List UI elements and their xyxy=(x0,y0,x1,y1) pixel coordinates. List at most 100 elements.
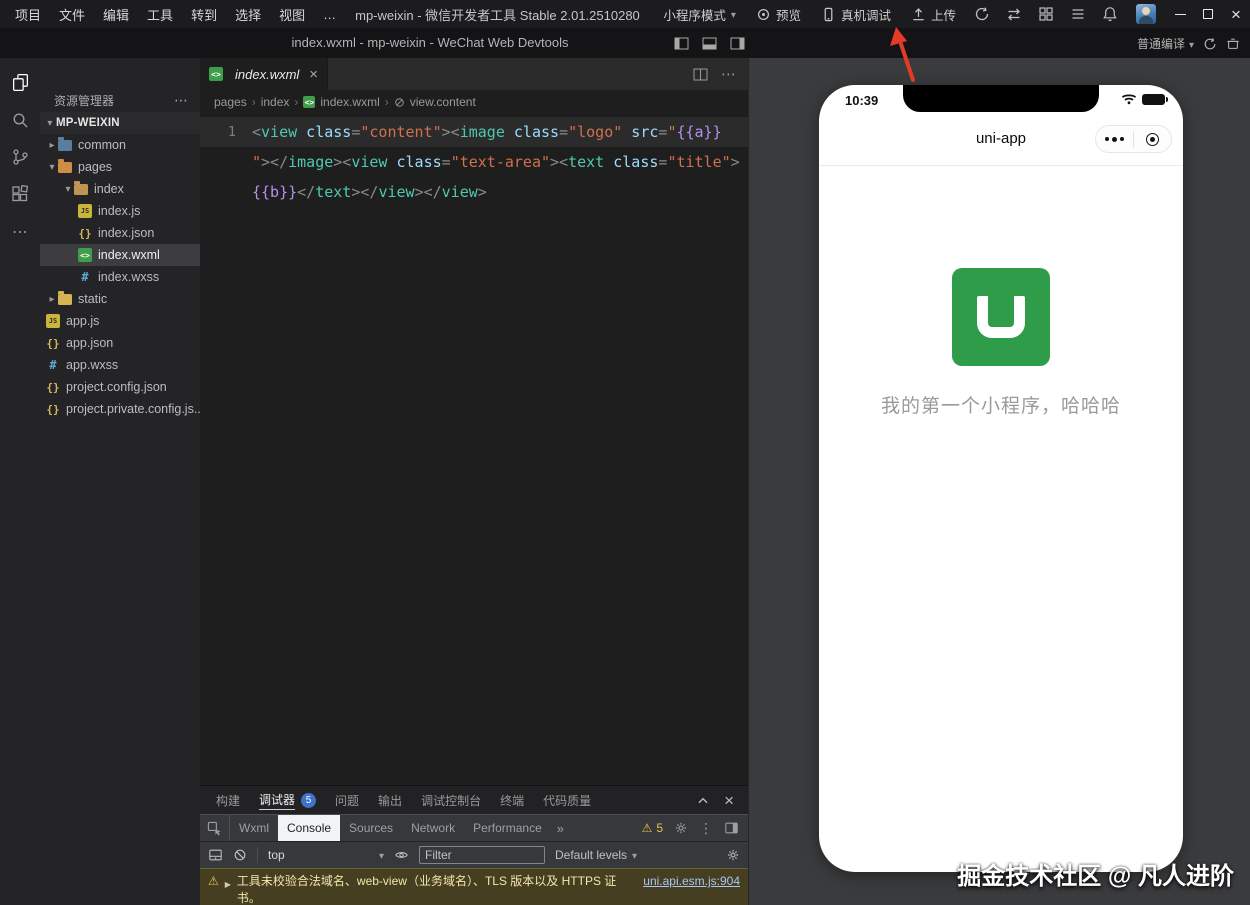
mini-program-mode-select[interactable]: 小程序模式 xyxy=(653,5,746,24)
toggle-sidebar-icon[interactable] xyxy=(674,37,689,50)
devtools-tab-performance[interactable]: Performance xyxy=(464,815,551,841)
menu-item-3[interactable]: 工具 xyxy=(138,5,182,24)
log-levels-select[interactable]: Default levels xyxy=(555,848,637,862)
clear-cache-icon[interactable] xyxy=(1226,37,1240,51)
json-file-icon xyxy=(78,226,92,240)
split-editor-icon[interactable] xyxy=(693,68,708,81)
tree-item-common[interactable]: ▸ common xyxy=(40,134,200,156)
kebab-menu-icon[interactable] xyxy=(699,820,713,837)
close-button[interactable] xyxy=(1222,0,1250,28)
uniapp-logo xyxy=(952,268,1050,366)
compile-mode-select[interactable]: 普通编译 xyxy=(1137,35,1194,52)
phone-simulator[interactable]: 10:39 uni-app 我的第一个小程序，哈哈哈 xyxy=(819,85,1183,872)
tree-item-index.json[interactable]: index.json xyxy=(40,222,200,244)
breadcrumb-pages[interactable]: pages xyxy=(214,95,247,109)
file-name: project.private.config.js... xyxy=(66,402,200,416)
more-menu-icon[interactable] xyxy=(1096,136,1133,142)
explorer-sidebar: 资源管理器 ▾ MP-WEIXIN ▸ common ▾ pages ▾ index ind… xyxy=(40,58,200,905)
wxss-file-icon xyxy=(78,270,92,284)
file-name: index.wxss xyxy=(98,270,160,284)
console-drawer-icon[interactable] xyxy=(208,848,223,862)
devtools-tab-network[interactable]: Network xyxy=(402,815,464,841)
more-actions-icon[interactable] xyxy=(12,222,28,242)
folder-icon xyxy=(58,290,72,305)
tree-item-app.json[interactable]: app.json xyxy=(40,332,200,354)
devtools-tab-console[interactable]: Console xyxy=(278,815,341,841)
sync-icon[interactable] xyxy=(966,0,998,28)
toggle-panel-icon[interactable] xyxy=(702,37,717,50)
breadcrumb-file[interactable]: index.wxml xyxy=(320,95,379,109)
tree-item-index[interactable]: ▾ index xyxy=(40,178,200,200)
settings-gear-icon[interactable] xyxy=(726,848,740,862)
breadcrumb-index[interactable]: index xyxy=(261,95,290,109)
file-name: app.json xyxy=(66,336,114,350)
panel-tab-1[interactable]: 调试器 5 xyxy=(259,786,317,814)
search-icon[interactable] xyxy=(11,111,29,129)
switch-icon[interactable] xyxy=(998,0,1030,28)
preview-button[interactable]: 预览 xyxy=(746,5,811,24)
notification-icon[interactable] xyxy=(1094,0,1126,28)
panel-tab-3[interactable]: 输出 xyxy=(378,786,402,814)
tree-item-project.config.json[interactable]: project.config.json xyxy=(40,376,200,398)
tree-item-index.js[interactable]: index.js xyxy=(40,200,200,222)
panel-tab-6[interactable]: 代码质量 xyxy=(543,786,591,814)
grid-icon[interactable] xyxy=(1030,0,1062,28)
more-icon[interactable] xyxy=(721,65,736,84)
upload-button[interactable]: 上传 xyxy=(901,5,966,24)
source-link[interactable]: uni.api.esm.js:904 xyxy=(643,873,740,890)
tree-item-app.wxss[interactable]: app.wxss xyxy=(40,354,200,376)
project-root-row[interactable]: ▾ MP-WEIXIN xyxy=(40,112,200,134)
inspect-element-icon[interactable] xyxy=(200,815,230,841)
refresh-icon[interactable] xyxy=(1203,37,1217,51)
toggle-simulator-icon[interactable] xyxy=(730,37,745,50)
exit-record-icon[interactable] xyxy=(1134,132,1171,146)
chevron-up-icon[interactable] xyxy=(697,796,709,805)
filter-input[interactable] xyxy=(419,846,545,864)
eye-icon[interactable] xyxy=(394,848,409,862)
dock-side-icon[interactable] xyxy=(724,821,739,835)
remote-debug-button[interactable]: 真机调试 xyxy=(811,5,901,24)
panel-tab-5[interactable]: 终端 xyxy=(500,786,524,814)
menu-item-0[interactable]: 项目 xyxy=(6,5,50,24)
avatar[interactable] xyxy=(1136,4,1156,24)
tree-item-index.wxml[interactable]: index.wxml xyxy=(40,244,200,266)
menu-item-1[interactable]: 文件 xyxy=(50,5,94,24)
breadcrumb-symbol[interactable]: view.content xyxy=(410,95,476,109)
menu-item-6[interactable]: 视图 xyxy=(270,5,314,24)
more-tabs-icon[interactable] xyxy=(551,815,570,841)
context-select[interactable]: top xyxy=(268,848,384,862)
menu-item-4[interactable]: 转到 xyxy=(182,5,226,24)
clear-console-icon[interactable] xyxy=(233,848,247,862)
warning-count[interactable]: 5 xyxy=(642,821,663,835)
capsule-button[interactable] xyxy=(1095,125,1172,153)
tree-item-static[interactable]: ▸ static xyxy=(40,288,200,310)
menu-item-7[interactable]: … xyxy=(314,7,345,22)
extensions-icon[interactable] xyxy=(11,185,29,203)
source-control-icon[interactable] xyxy=(11,148,29,166)
menu-item-5[interactable]: 选择 xyxy=(226,5,270,24)
code-line-2[interactable]: "></image><view class="text-area"><text … xyxy=(200,147,748,177)
editor-tab-index.wxml[interactable]: index.wxml xyxy=(200,58,329,90)
minimize-button[interactable] xyxy=(1166,0,1194,28)
panel-tab-4[interactable]: 调试控制台 xyxy=(421,786,481,814)
devtools-tab-wxml[interactable]: Wxml xyxy=(230,815,278,841)
maximize-button[interactable] xyxy=(1194,0,1222,28)
tree-item-project.private.config.js...[interactable]: project.private.config.js... xyxy=(40,398,200,420)
gear-icon[interactable] xyxy=(674,821,688,835)
tree-item-index.wxss[interactable]: index.wxss xyxy=(40,266,200,288)
devtools-tab-sources[interactable]: Sources xyxy=(340,815,402,841)
tree-item-app.js[interactable]: app.js xyxy=(40,310,200,332)
panel-tab-2[interactable]: 问题 xyxy=(335,786,359,814)
more-icon[interactable] xyxy=(174,92,188,109)
code-lines: 1 <view class="content"><image class="log… xyxy=(200,114,748,207)
close-panel-icon[interactable] xyxy=(724,792,734,809)
code-line-3[interactable]: {{b}}</text></view></view> xyxy=(200,177,748,207)
close-tab-icon[interactable] xyxy=(309,66,318,83)
code-line-1[interactable]: 1 <view class="content"><image class="log… xyxy=(200,117,748,147)
tree-item-pages[interactable]: ▾ pages xyxy=(40,156,200,178)
explorer-icon[interactable] xyxy=(11,73,30,92)
menu-icon[interactable] xyxy=(1062,0,1094,28)
panel-tab-0[interactable]: 构建 xyxy=(216,786,240,814)
menu-item-2[interactable]: 编辑 xyxy=(94,5,138,24)
expand-triangle-icon[interactable] xyxy=(225,873,231,905)
